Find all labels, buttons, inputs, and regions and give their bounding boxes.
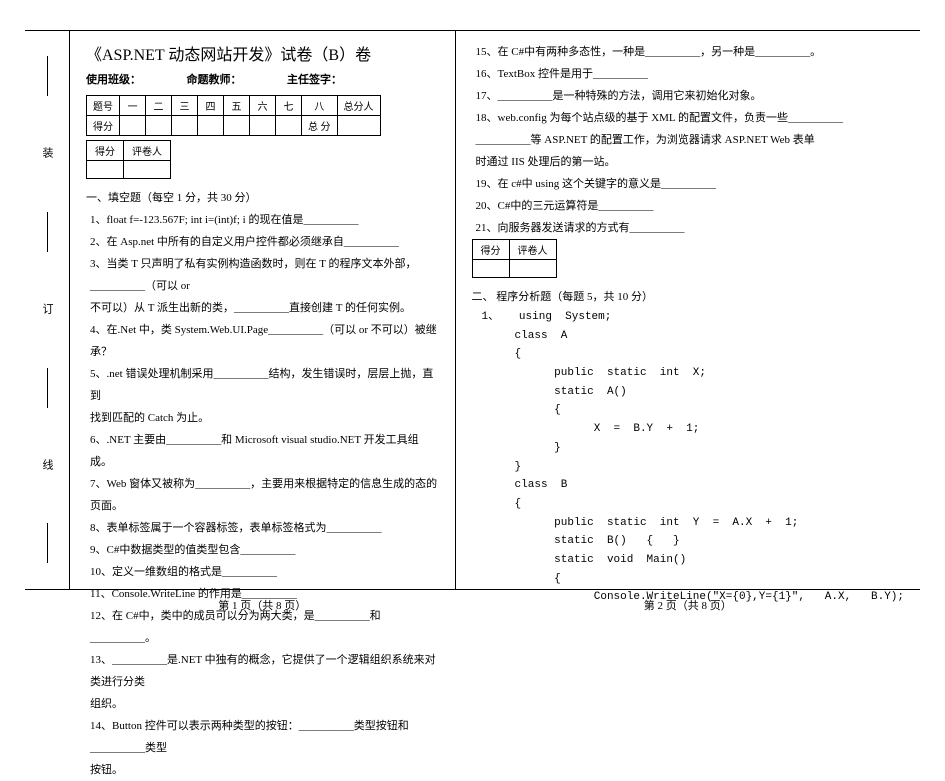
- teacher-label: 命题教师：: [187, 74, 242, 86]
- ss-grader-2: 评卷人: [509, 240, 556, 260]
- code-l14: static void Main(): [482, 554, 687, 566]
- ss-score: 得分: [87, 141, 124, 161]
- section-score-table-1: 得分 评卷人: [86, 140, 171, 179]
- code-l1: 1、 using System;: [482, 311, 612, 323]
- code-l9: }: [482, 461, 522, 473]
- row-total-label: 总 分: [302, 116, 338, 136]
- code-l4: public static int X;: [482, 367, 706, 379]
- exam-title: 《ASP.NET 动态网站开发》试卷（B）卷: [86, 41, 439, 65]
- q18c: 时通过 IIS 处理后的第一站。: [472, 151, 904, 173]
- ss-score-2: 得分: [472, 240, 509, 260]
- q5a: 5、.net 错误处理机制采用__________结构，发生错误时，层层上抛，直…: [86, 363, 439, 407]
- code-l8: }: [482, 442, 561, 454]
- row-score-label: 得分: [87, 116, 120, 136]
- q21: 21、向服务器发送请求的方式有__________: [472, 217, 904, 239]
- q19: 19、在 c#中 using 这个关键字的意义是__________: [472, 173, 904, 195]
- code-l13: static B() { }: [482, 535, 680, 547]
- q18a: 18、web.config 为每个站点级的基于 XML 的配置文件，负责一些__…: [472, 107, 904, 129]
- q3a: 3、当类 T 只声明了私有实例构造函数时，则在 T 的程序文本外部，______…: [86, 253, 439, 297]
- th-6: 六: [250, 96, 276, 116]
- ss-grader: 评卷人: [124, 141, 171, 161]
- th-1: 一: [120, 96, 146, 116]
- q15: 15、在 C#中有两种多态性，一种是__________，另一种是_______…: [472, 41, 904, 63]
- q2: 2、在 Asp.net 中所有的自定义用户控件都必须继承自__________: [86, 231, 439, 253]
- q7: 7、Web 窗体又被称为__________，主要用来根据特定的信息生成的态的页…: [86, 473, 439, 517]
- q9: 9、C#中数据类型的值类型包含__________: [86, 539, 439, 561]
- q10: 10、定义一维数组的格式是__________: [86, 561, 439, 583]
- binding-margin: 装 订 线: [25, 31, 70, 589]
- code-l10: class B: [482, 479, 568, 491]
- vline: [47, 368, 48, 408]
- code-l12: public static int Y = A.X + 1;: [482, 517, 799, 529]
- q3b: 不可以）从 T 派生出新的类，__________直接创建 T 的任何实例。: [86, 297, 439, 319]
- th-4: 四: [198, 96, 224, 116]
- class-label: 使用班级：: [86, 74, 141, 86]
- page-column-1: 《ASP.NET 动态网站开发》试卷（B）卷 使用班级： 命题教师： 主任签字：…: [70, 31, 456, 589]
- th-8: 八: [302, 96, 338, 116]
- th-7: 七: [276, 96, 302, 116]
- binding-mark-1: 装: [39, 147, 55, 161]
- code-l11: {: [482, 498, 522, 510]
- binding-mark-3: 线: [39, 459, 55, 473]
- th-2: 二: [146, 96, 172, 116]
- q14b: 按钮。: [86, 759, 439, 781]
- q8: 8、表单标签属于一个容器标签，表单标签格式为__________: [86, 517, 439, 539]
- section-1-title: 一、填空题（每空 1 分，共 30 分）: [86, 189, 439, 205]
- q4: 4、在.Net 中，类 System.Web.UI.Page__________…: [86, 319, 439, 363]
- head-label: 主任签字：: [287, 74, 342, 86]
- code-l3: {: [482, 348, 522, 360]
- q1: 1、float f=-123.567F; int i=(int)f; i 的现在…: [86, 209, 439, 231]
- q16: 16、TextBox 控件是用于__________: [472, 63, 904, 85]
- vline: [47, 212, 48, 252]
- code-l2: class A: [482, 330, 568, 342]
- section-score-table-2: 得分 评卷人: [472, 239, 557, 278]
- th-3: 三: [172, 96, 198, 116]
- th-5: 五: [224, 96, 250, 116]
- page-number-2: 第 2 页（共 8 页）: [644, 597, 732, 613]
- th-totalperson: 总分人: [337, 96, 380, 116]
- th-num: 题号: [87, 96, 120, 116]
- binding-mark-2: 订: [39, 303, 55, 317]
- page-number-1: 第 1 页（共 8 页）: [218, 597, 306, 613]
- q14a: 14、Button 控件可以表示两种类型的按钮：__________类型按钮和_…: [86, 715, 439, 759]
- code-l6: {: [482, 404, 561, 416]
- score-table: 题号 一 二 三 四 五 六 七 八 总分人 得分 总 分: [86, 95, 381, 136]
- code-l5: static A(): [482, 386, 627, 398]
- q13a: 13、__________是.NET 中独有的概念，它提供了一个逻辑组织系统来对…: [86, 649, 439, 693]
- q6: 6、.NET 主要由__________和 Microsoft visual s…: [86, 429, 439, 473]
- vline: [47, 56, 48, 96]
- page-column-2: 15、在 C#中有两种多态性，一种是__________，另一种是_______…: [456, 31, 920, 589]
- q13b: 组织。: [86, 693, 439, 715]
- q18b: __________等 ASP.NET 的配置工作，为浏览器请求 ASP.NET…: [472, 129, 904, 151]
- meta-row: 使用班级： 命题教师： 主任签字：: [86, 71, 439, 87]
- q17: 17、__________是一种特殊的方法，调用它来初始化对象。: [472, 85, 904, 107]
- code-l7: X = B.Y + 1;: [482, 423, 700, 435]
- q5b: 找到匹配的 Catch 为止。: [86, 407, 439, 429]
- code-block: 1、 using System; class A { public static…: [482, 308, 904, 607]
- code-l15: {: [482, 573, 561, 585]
- vline: [47, 523, 48, 563]
- exam-paper: 装 订 线 《ASP.NET 动态网站开发》试卷（B）卷 使用班级： 命题教师：…: [25, 30, 920, 590]
- q20: 20、C#中的三元运算符是__________: [472, 195, 904, 217]
- section-2-title: 二、 程序分析题（每题 5，共 10 分）: [472, 288, 904, 304]
